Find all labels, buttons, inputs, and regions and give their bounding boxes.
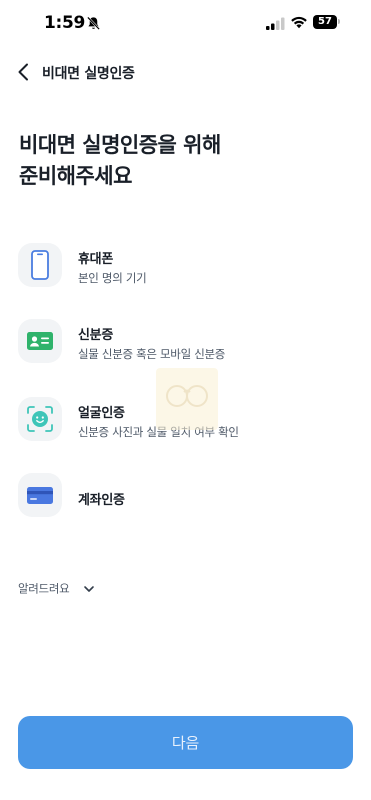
battery-icon: 57	[313, 15, 337, 29]
bank-card-icon	[27, 487, 53, 504]
face-scan-icon	[27, 406, 53, 432]
phone-icon	[31, 250, 49, 280]
requirement-phone: 휴대폰 본인 명의 기기	[0, 236, 371, 296]
nav-header: 비대면 실명인증	[0, 52, 371, 92]
requirement-account: 계좌인증	[0, 466, 371, 526]
signal-icon	[266, 17, 285, 30]
requirement-title: 휴대폰	[78, 252, 113, 267]
requirement-id-card: 신분증 실물 신분증 혹은 모바일 신분증	[0, 312, 371, 372]
bell-off-icon	[87, 16, 100, 30]
watermark-logo	[156, 368, 218, 430]
status-time: 1:59	[44, 13, 86, 33]
back-button[interactable]	[12, 60, 36, 84]
info-toggle-label: 알려드려요	[18, 581, 70, 596]
wifi-icon	[291, 16, 307, 29]
page-title-line-2: 준비해주세요	[19, 164, 132, 188]
next-button[interactable]: 다음	[18, 716, 353, 769]
battery-cap	[338, 19, 340, 24]
requirement-icon-box	[18, 397, 62, 441]
requirement-icon-box	[18, 243, 62, 287]
requirement-title: 얼굴인증	[78, 406, 125, 421]
requirement-icon-box	[18, 473, 62, 517]
requirement-description: 본인 명의 기기	[78, 271, 147, 285]
nav-title: 비대면 실명인증	[42, 66, 135, 82]
requirement-icon-box	[18, 319, 62, 363]
requirement-title: 계좌인증	[78, 493, 125, 508]
requirement-description: 실물 신분증 혹은 모바일 신분증	[78, 347, 226, 361]
info-toggle[interactable]: 알려드려요	[18, 578, 95, 598]
id-card-icon	[27, 332, 53, 350]
page-title: 비대면 실명인증을 위해 준비해주세요	[19, 130, 349, 192]
status-bar: 1:59 57	[0, 0, 371, 48]
requirement-title: 신분증	[78, 328, 113, 343]
page-title-line-1: 비대면 실명인증을 위해	[19, 133, 221, 157]
chevron-down-icon	[83, 585, 94, 592]
